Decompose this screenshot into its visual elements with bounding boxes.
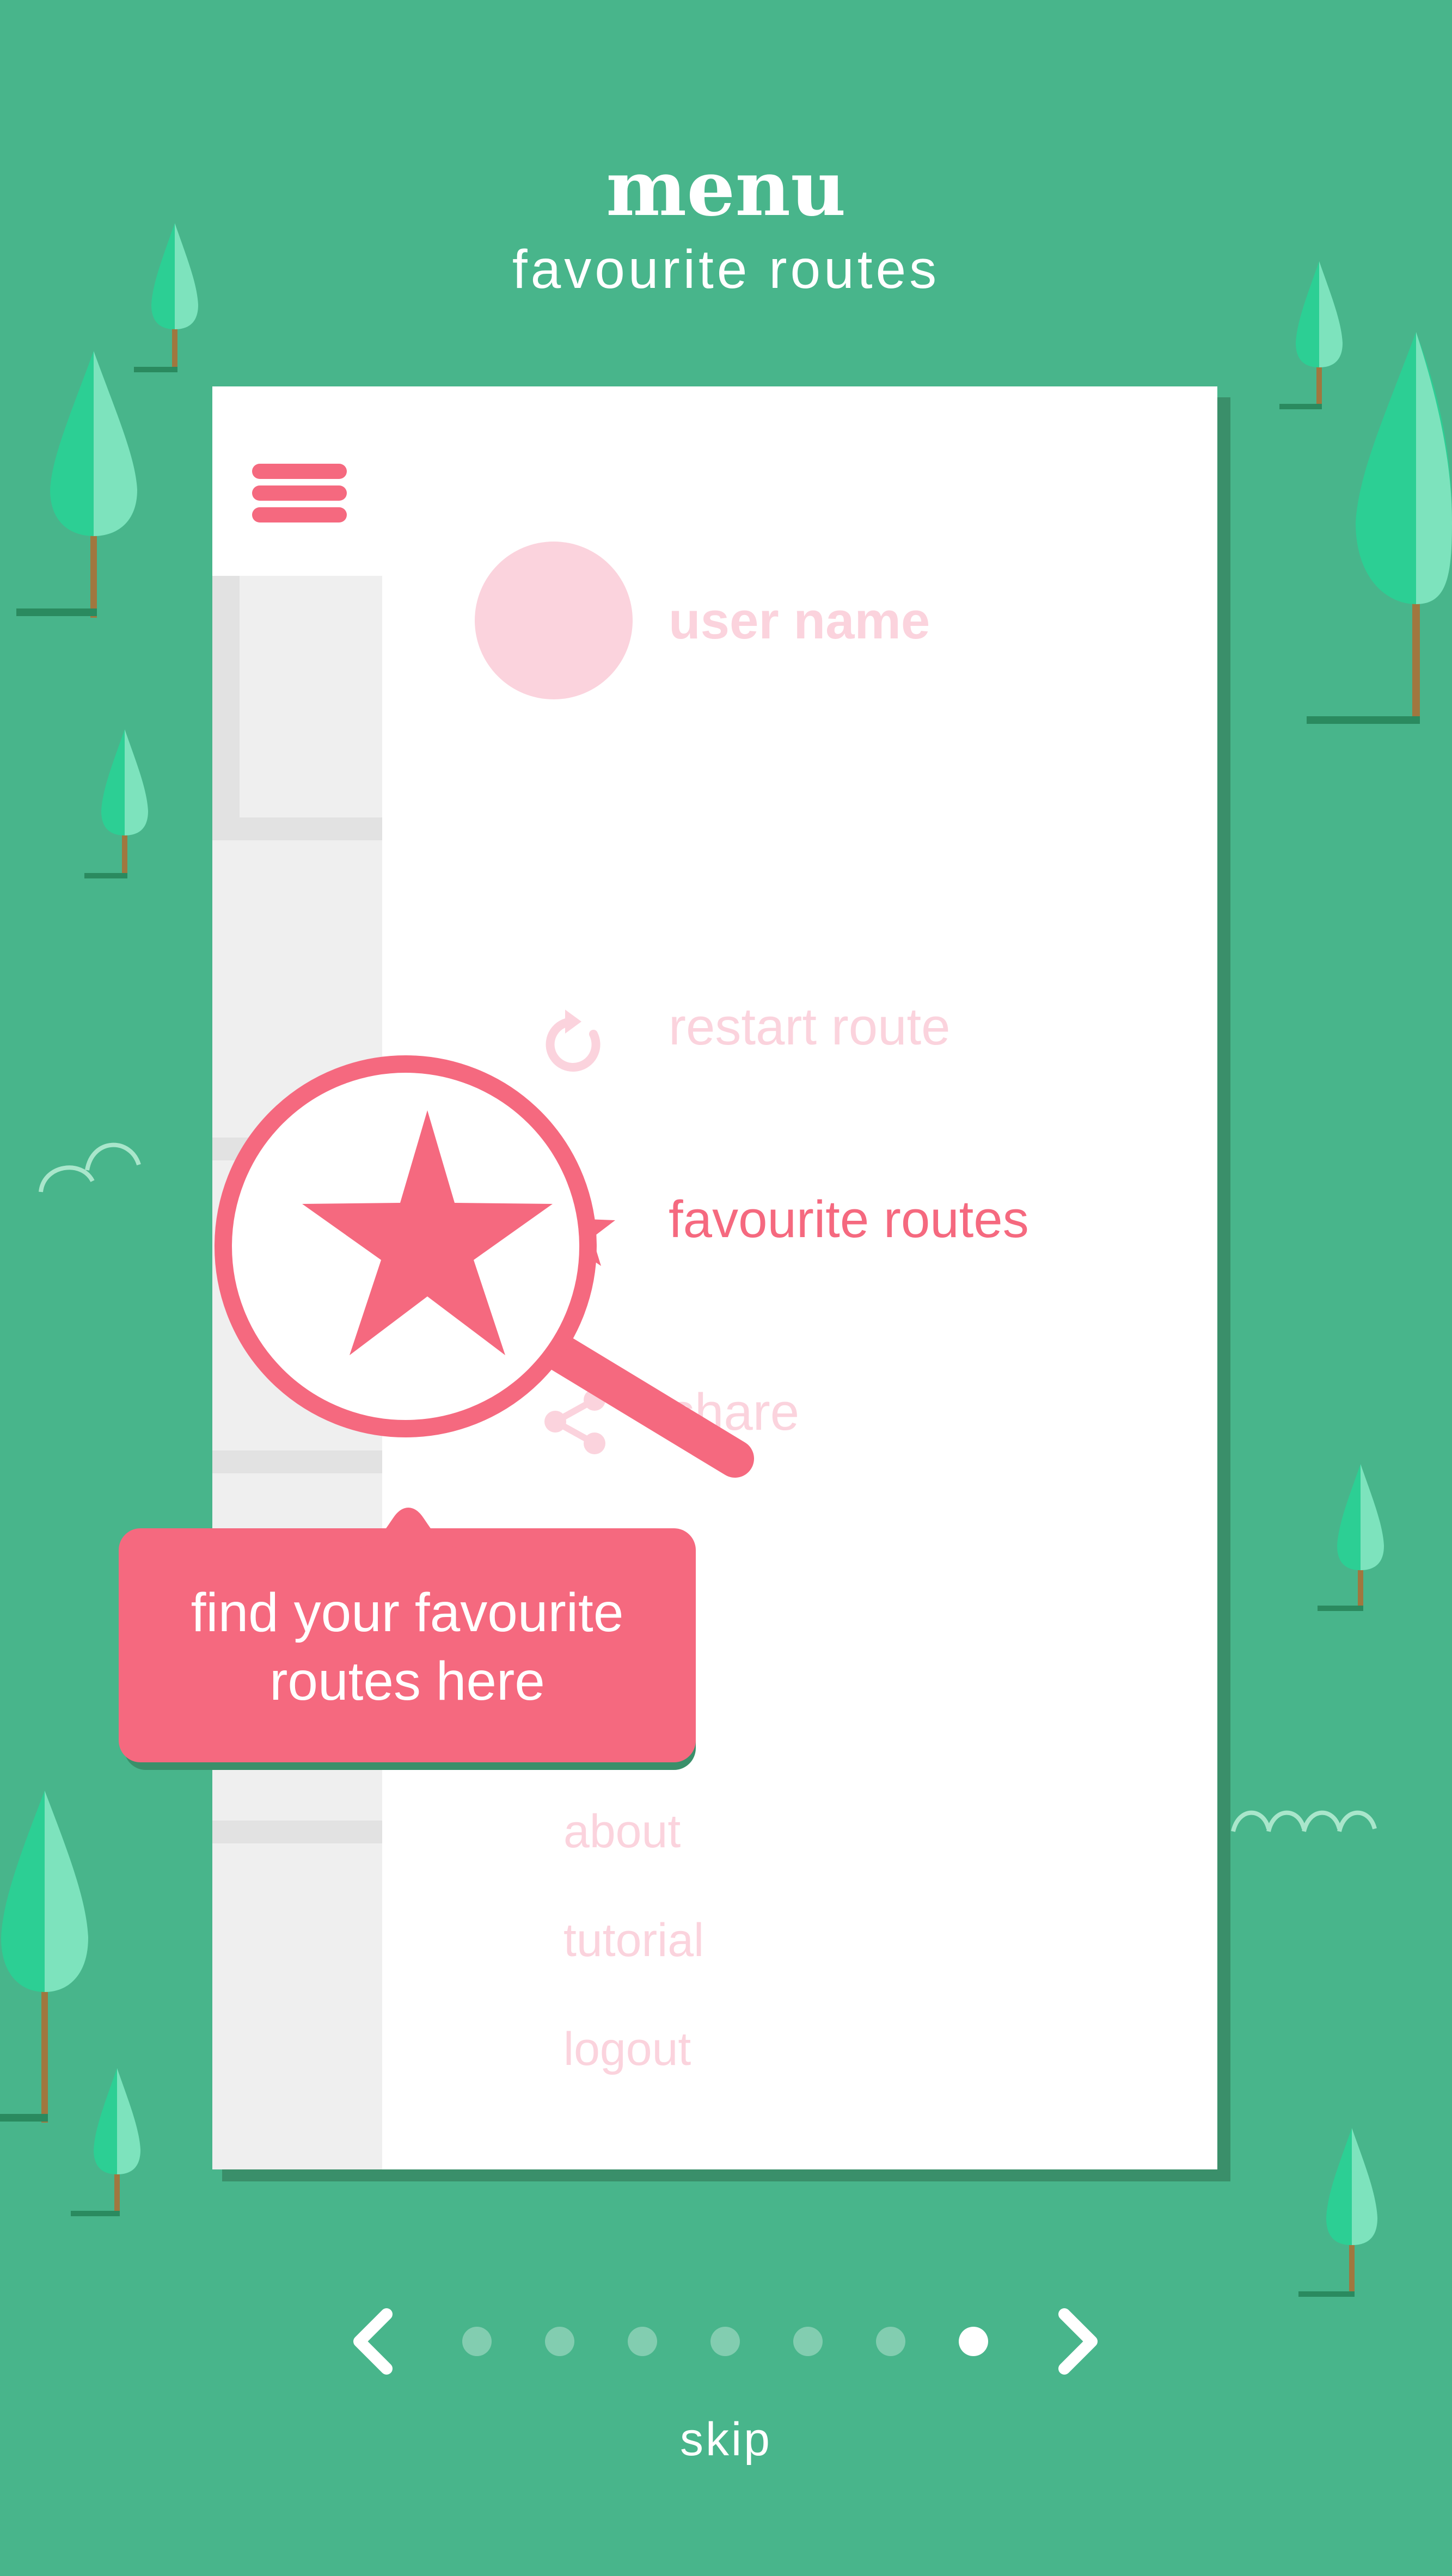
page-dot[interactable] bbox=[545, 2327, 574, 2356]
map-road bbox=[212, 1821, 382, 1843]
page-dot[interactable] bbox=[628, 2327, 657, 2356]
magnifier-icon bbox=[215, 1055, 754, 1478]
skip-button[interactable]: skip bbox=[0, 2412, 1452, 2467]
page-dot-active[interactable] bbox=[959, 2327, 988, 2356]
tooltip-pointer bbox=[332, 1508, 485, 1551]
page-dot[interactable] bbox=[462, 2327, 492, 2356]
tree-icon bbox=[16, 351, 137, 618]
menu-button[interactable] bbox=[212, 386, 382, 576]
page-title: menu bbox=[606, 144, 846, 233]
page-subtitle: favourite routes bbox=[512, 239, 940, 300]
page-dot[interactable] bbox=[710, 2327, 740, 2356]
tree-icon bbox=[1318, 1464, 1384, 1611]
tooltip-text: find your favourite routes here bbox=[119, 1578, 696, 1716]
page-dot[interactable] bbox=[876, 2327, 905, 2356]
hamburger-icon bbox=[252, 464, 347, 479]
tree-icon bbox=[0, 1791, 88, 2123]
menu-item-about[interactable]: about bbox=[563, 1804, 681, 1859]
tooltip-line: routes here bbox=[269, 1651, 545, 1712]
map-road bbox=[212, 576, 240, 832]
next-arrow-icon[interactable] bbox=[1048, 2303, 1108, 2380]
previous-arrow-icon[interactable] bbox=[343, 2303, 403, 2380]
avatar[interactable] bbox=[475, 542, 633, 699]
menu-item-tutorial[interactable]: tutorial bbox=[563, 1913, 704, 1968]
hamburger-line bbox=[252, 507, 347, 522]
tree-icon bbox=[84, 729, 148, 878]
menu-item-logout[interactable]: logout bbox=[563, 2022, 691, 2076]
tree-icon bbox=[1298, 2128, 1377, 2297]
grass-icon bbox=[39, 1142, 141, 1192]
tooltip-line: find your favourite bbox=[191, 1582, 624, 1643]
user-name: user name bbox=[669, 592, 930, 650]
page-dot[interactable] bbox=[793, 2327, 823, 2356]
grass-icon bbox=[1231, 1810, 1377, 1833]
hamburger-line bbox=[252, 485, 347, 501]
map-road bbox=[212, 817, 382, 840]
tree-icon bbox=[71, 2068, 140, 2216]
tree-icon bbox=[1307, 332, 1452, 724]
